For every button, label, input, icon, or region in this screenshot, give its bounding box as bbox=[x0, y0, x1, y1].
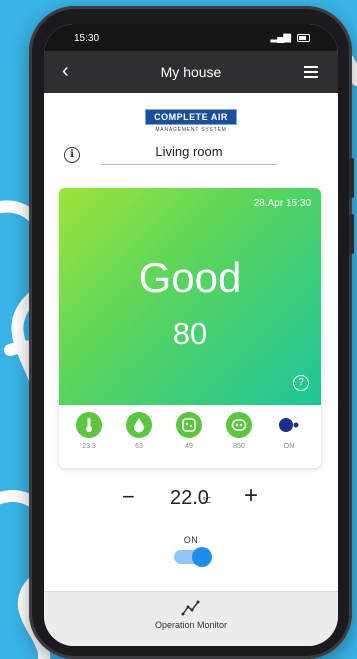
info-icon[interactable]: i bbox=[64, 147, 80, 163]
sensor-value: 49 bbox=[185, 443, 193, 450]
volume-button-2 bbox=[349, 214, 354, 254]
humidity-drop-icon bbox=[126, 412, 152, 438]
temperature-control: − 22.0 ℃ + bbox=[44, 482, 338, 514]
fan-on-icon bbox=[276, 412, 302, 438]
sensor-dust[interactable]: 49 bbox=[169, 412, 209, 450]
operation-monitor-label[interactable]: Operation Monitor bbox=[44, 620, 338, 630]
air-quality-label: Good bbox=[138, 254, 242, 301]
status-bar: 15:30 ▂▄▆ bbox=[44, 24, 338, 51]
status-time: 15:30 bbox=[74, 33, 100, 44]
increase-temperature-button[interactable]: + bbox=[244, 482, 258, 510]
air-quality-panel: 28.Apr 15:30 Good 80 ? bbox=[59, 188, 321, 405]
decrease-temperature-button[interactable]: − bbox=[122, 484, 135, 510]
logo-brand-text: COMPLETE AIR bbox=[145, 109, 237, 125]
sensor-fan[interactable]: ON bbox=[269, 412, 309, 450]
thermometer-icon bbox=[76, 412, 102, 438]
battery-icon bbox=[297, 34, 310, 42]
power-toggle[interactable] bbox=[174, 547, 212, 567]
sensor-value: 23.3 bbox=[82, 443, 96, 450]
temperature-unit: ℃ bbox=[202, 496, 211, 505]
air-quality-score: 80 bbox=[172, 316, 208, 351]
app-header: ‹ My house bbox=[44, 51, 338, 93]
power-label: ON bbox=[183, 535, 199, 545]
signal-icon: ▂▄▆ bbox=[270, 32, 291, 43]
sensor-humidity[interactable]: 63 bbox=[119, 412, 159, 450]
sensor-co2[interactable]: 850 bbox=[219, 412, 259, 450]
operation-monitor-icon[interactable] bbox=[181, 600, 201, 616]
brand-logo: COMPLETE AIR MANAGEMENT SYSTEM bbox=[145, 109, 237, 133]
co2-sensor-icon bbox=[226, 412, 252, 438]
logo-subtitle: MANAGEMENT SYSTEM bbox=[155, 127, 227, 133]
page-title: My house bbox=[160, 64, 222, 80]
sensor-value: ON bbox=[283, 443, 295, 450]
help-icon[interactable]: ? bbox=[293, 375, 309, 391]
sensor-value: 63 bbox=[135, 443, 143, 450]
air-quality-card: 28.Apr 15:30 Good 80 ? 23.3 63 49 850 ON bbox=[59, 188, 321, 468]
toggle-knob bbox=[192, 547, 212, 567]
bottom-nav: Operation Monitor bbox=[44, 591, 338, 646]
room-selector[interactable]: Living room bbox=[101, 144, 277, 165]
volume-button bbox=[349, 158, 354, 198]
sensor-value: 850 bbox=[233, 443, 245, 450]
app-screen: 15:30 ▂▄▆ ‹ My house COMPLETE AIR MANAGE… bbox=[44, 24, 338, 646]
reading-datetime: 28.Apr 15:30 bbox=[253, 198, 311, 209]
dust-sensor-icon bbox=[176, 412, 202, 438]
sensor-temperature[interactable]: 23.3 bbox=[69, 412, 109, 450]
menu-icon[interactable] bbox=[304, 66, 318, 81]
sensor-row: 23.3 63 49 850 ON bbox=[59, 412, 321, 460]
